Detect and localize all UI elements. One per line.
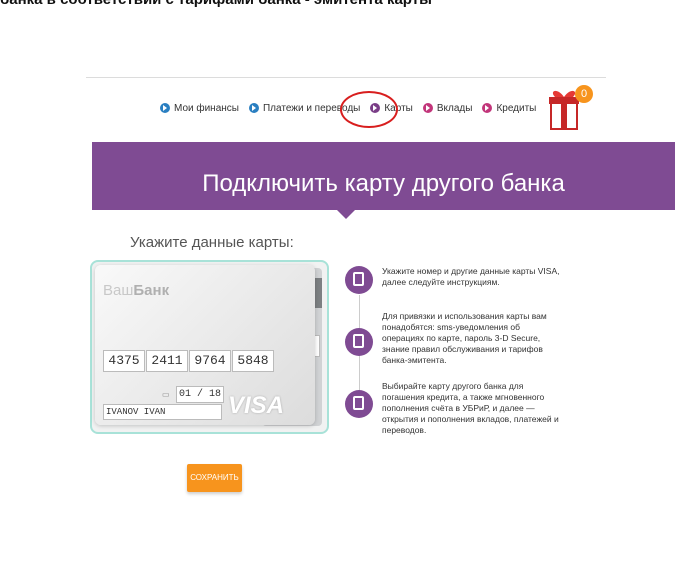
caption-text: банка в соответствии с тарифами банка - … (0, 0, 675, 8)
form-title: Укажите данные карты: (130, 234, 294, 251)
info-text: Выбирайте карту другого банка для погаше… (382, 381, 559, 435)
nav-item-deposits[interactable]: Вклады (422, 102, 473, 114)
nav-item-label: Кредиты (496, 102, 537, 114)
save-button[interactable]: СОХРАНИТЬ (187, 464, 242, 492)
cardholder-input[interactable]: IVANOV IVAN (103, 404, 222, 420)
document-icon (345, 266, 373, 294)
card-number-part-1[interactable]: 4375 (103, 350, 145, 372)
nav-item-my-finances[interactable]: Мои финансы (160, 103, 239, 114)
nav-item-label: Мои финансы (174, 102, 239, 114)
expiry-input[interactable]: 01 / 18 (176, 386, 224, 403)
banner-pointer (337, 210, 355, 219)
bank-logo: ВашБанк (103, 282, 170, 299)
arrow-circle-icon (482, 103, 493, 113)
visa-logo: VISA (228, 392, 285, 419)
arrow-circle-icon (248, 103, 259, 113)
arrow-circle-icon (422, 103, 433, 113)
nav-item-credits[interactable]: Кредиты (482, 103, 536, 114)
card-icon (345, 390, 373, 418)
card-number-part-4[interactable]: 5848 (232, 350, 274, 372)
nav-item-label: Вклады (436, 102, 473, 114)
phone-icon (345, 328, 373, 356)
calendar-icon: ▭ (162, 390, 170, 399)
info-text: Укажите номер и другие данные карты VISA… (382, 266, 560, 287)
info-text: Для привязки и использования карты вам п… (382, 311, 547, 365)
divider (86, 77, 606, 78)
card-number-part-2[interactable]: 2411 (146, 350, 188, 372)
card-number-part-3[interactable]: 9764 (189, 350, 231, 372)
arrow-circle-icon (160, 103, 170, 113)
page-title: Подключить карту другого банка (202, 170, 565, 197)
gift-badge: 0 (575, 85, 593, 103)
highlight-circle (340, 91, 398, 128)
